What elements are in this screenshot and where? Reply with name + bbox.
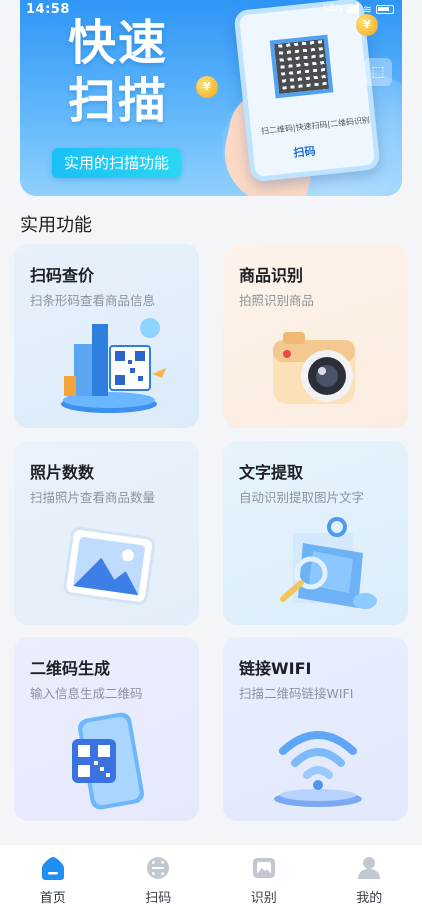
feature-card-scan-price[interactable]: 扫码查价 扫条形码查看商品信息 — [14, 244, 199, 428]
photo-icon — [63, 527, 155, 605]
feature-card-text-extract[interactable]: 文字提取 自动识别提取图片文字 — [223, 441, 408, 625]
status-icons: KB/s ≋ — [322, 2, 394, 16]
card-title: 扫码查价 — [30, 266, 95, 285]
qr-code-icon — [269, 34, 334, 99]
phone-caption: 扫二维码|快速扫码|二维码识别 — [260, 115, 371, 137]
signal-icon — [346, 2, 359, 16]
profile-icon — [354, 855, 384, 881]
nav-label: 首页 — [39, 891, 66, 906]
battery-icon — [376, 4, 394, 14]
status-time: 14:58 — [26, 1, 70, 17]
network-speed: KB/s — [322, 4, 343, 14]
feature-card-photo-count[interactable]: 照片数数 扫描照片查看商品数量 — [14, 441, 199, 625]
banner-title: 快速 扫描 — [68, 14, 198, 130]
section-title: 实用功能 — [20, 215, 92, 236]
card-desc: 扫描照片查看商品数量 — [30, 490, 156, 505]
document-magnifier-icon — [280, 517, 377, 609]
coin-icon: ¥ — [196, 76, 218, 98]
card-desc: 输入信息生成二维码 — [30, 686, 143, 701]
camera-icon — [273, 332, 355, 404]
home-icon — [38, 855, 68, 881]
scan-frame-icon: ⬚ — [364, 58, 392, 86]
recognize-icon — [249, 855, 279, 881]
banner-title-line1: 快速 — [68, 15, 169, 71]
wifi-icon — [274, 731, 362, 807]
card-title: 文字提取 — [239, 463, 304, 482]
nav-recognize[interactable]: 识别 — [211, 845, 317, 906]
card-title: 商品识别 — [239, 266, 304, 285]
nav-home[interactable]: 首页 — [0, 845, 106, 906]
nav-label: 我的 — [356, 891, 383, 906]
nav-label: 识别 — [250, 891, 277, 906]
phone-scan-label: 扫码 — [292, 144, 317, 160]
banner-subtitle: 实用的扫描功能 — [52, 148, 182, 178]
banner-title-line2: 扫描 — [68, 73, 169, 129]
qr-city-illustration — [61, 318, 166, 413]
wifi-icon: ≋ — [362, 2, 372, 16]
nav-label: 扫码 — [145, 891, 172, 906]
feature-card-wifi-connect[interactable]: 链接WIFI 扫描二维码链接WIFI — [223, 637, 408, 821]
status-bar: 14:58 KB/s ≋ — [20, 0, 402, 18]
bottom-nav: 首页 扫码 识别 我的 — [0, 844, 422, 906]
feature-card-qr-generate[interactable]: 二维码生成 输入信息生成二维码 — [14, 637, 199, 821]
card-desc: 扫描二维码链接WIFI — [239, 686, 354, 701]
card-desc: 扫条形码查看商品信息 — [30, 293, 156, 308]
phone-qr-icon — [72, 712, 144, 810]
scan-icon — [143, 855, 173, 881]
card-title: 照片数数 — [30, 463, 95, 482]
card-desc: 自动识别提取图片文字 — [239, 490, 365, 505]
feature-card-product-recognition[interactable]: 商品识别 拍照识别商品 — [223, 244, 408, 428]
card-title: 链接WIFI — [239, 659, 312, 678]
nav-profile[interactable]: 我的 — [317, 845, 422, 906]
card-title: 二维码生成 — [30, 659, 111, 678]
promo-banner[interactable]: 14:58 KB/s ≋ 快速 扫描 实用的扫描功能 扫二维码|快速扫码|二维码… — [20, 0, 402, 196]
card-desc: 拍照识别商品 — [239, 293, 315, 308]
nav-scan[interactable]: 扫码 — [106, 845, 212, 906]
